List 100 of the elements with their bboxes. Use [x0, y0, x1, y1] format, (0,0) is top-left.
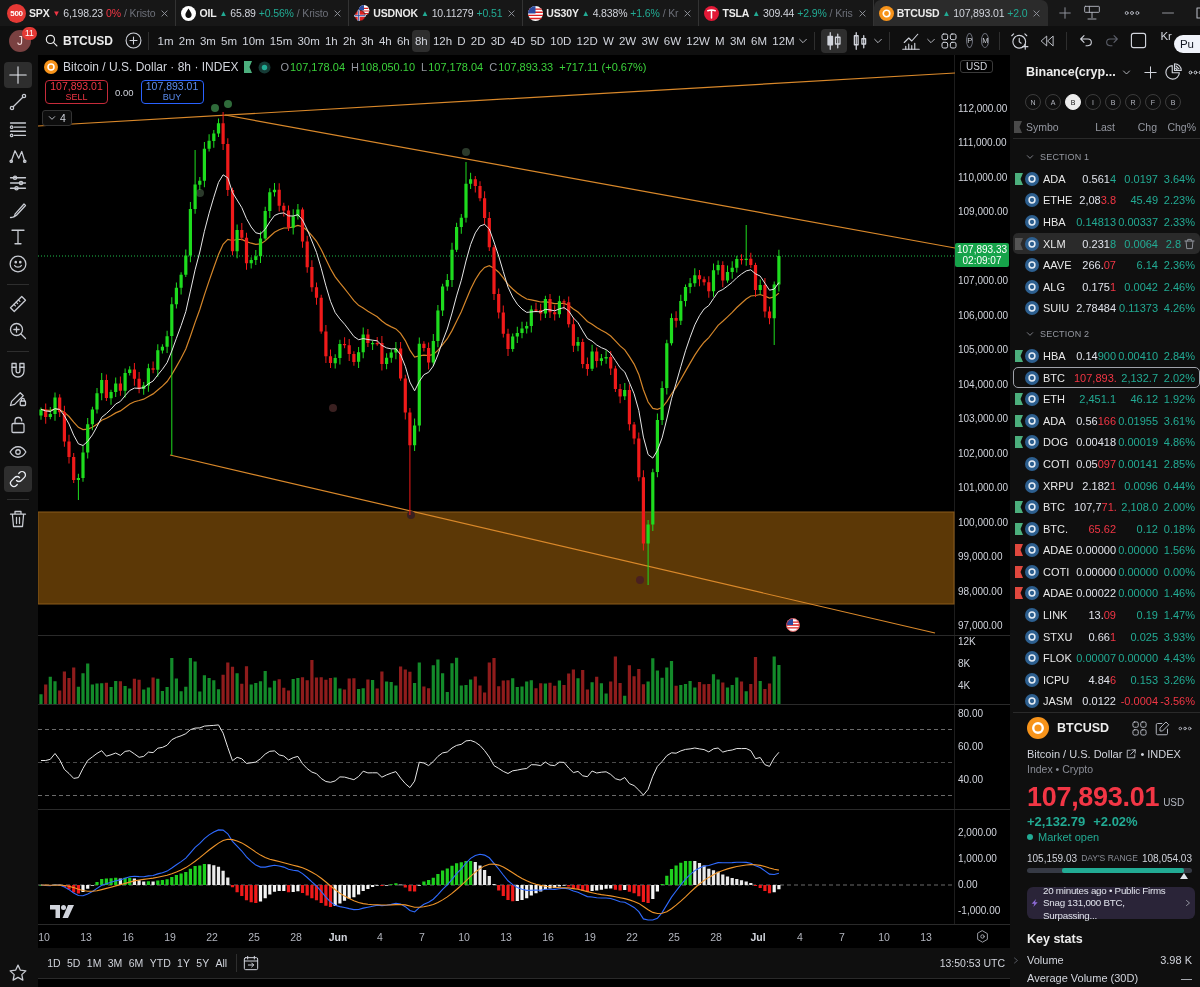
- flag-icon[interactable]: [1015, 565, 1023, 578]
- trend-line[interactable]: [38, 72, 955, 127]
- watchlist-row[interactable]: XRPU 2.1821 0.0096 0.44%: [1013, 474, 1200, 497]
- plus-icon[interactable]: [1142, 64, 1158, 80]
- column-header[interactable]: Chg: [1117, 120, 1157, 133]
- pie-chart-icon[interactable]: [1163, 63, 1182, 81]
- flag-icon[interactable]: [243, 61, 254, 73]
- flag-icon[interactable]: [1015, 501, 1023, 514]
- close-icon[interactable]: [160, 8, 170, 18]
- buy-button[interactable]: 107,893.01 BUY: [140, 80, 204, 104]
- external-link-icon[interactable]: [1126, 749, 1137, 760]
- watchlist-row[interactable]: COTI 0.00000 0.00000 0.00%: [1013, 561, 1200, 583]
- range-button[interactable]: 5D: [63, 957, 84, 969]
- interval-button[interactable]: 2m: [176, 29, 198, 52]
- watchlist-row[interactable]: HBA 0.14900 0.00410 2.84%: [1013, 345, 1200, 367]
- close-icon[interactable]: [1032, 8, 1042, 18]
- watchlist-row[interactable]: LINK 13.09 0.19 1.47%: [1013, 604, 1200, 626]
- watchlist-row[interactable]: JASM 0.0122 -0.0004 -3.56%: [1013, 690, 1200, 713]
- interval-button[interactable]: 6W: [661, 29, 684, 52]
- interval-button[interactable]: 1h: [322, 29, 341, 52]
- watchlist-row[interactable]: AAVE 266.07 6.14 2.36%: [1013, 254, 1200, 276]
- minimize-icon[interactable]: [1162, 12, 1175, 14]
- watchlist-row[interactable]: HBA 0.14813 0.00337 2.33%: [1013, 211, 1200, 233]
- settings-icon[interactable]: [976, 930, 989, 943]
- interval-button[interactable]: 4D: [507, 29, 528, 52]
- close-icon[interactable]: [683, 8, 693, 18]
- chart-title[interactable]: Bitcoin / U.S. Dollar · 8h · INDEX: [63, 60, 239, 74]
- more-icon[interactable]: [1124, 10, 1141, 16]
- watchlist-row[interactable]: ADAE 0.00022 0.00000 1.46%: [1013, 582, 1200, 605]
- interval-button[interactable]: D: [454, 29, 469, 52]
- range-button[interactable]: 1Y: [173, 957, 194, 969]
- flag-icon[interactable]: [1015, 436, 1023, 449]
- sell-button[interactable]: 107,893.01 SELL: [45, 80, 108, 104]
- watchlist-row[interactable]: BTC 107,771. 2,108.0 2.00%: [1013, 496, 1200, 518]
- flag-icon[interactable]: [1015, 172, 1023, 185]
- more-icon[interactable]: [1187, 69, 1200, 75]
- range-button[interactable]: 1M: [83, 957, 105, 969]
- interval-button[interactable]: 6h: [394, 29, 413, 52]
- flag-icon[interactable]: [1015, 522, 1023, 535]
- chart-style-button[interactable]: [820, 28, 847, 53]
- interval-button[interactable]: 3M: [727, 29, 749, 52]
- flag-icon[interactable]: [1015, 349, 1023, 362]
- calendar-icon[interactable]: [243, 955, 260, 971]
- expand-handle-icon[interactable]: [1013, 955, 1019, 965]
- watchlist-row[interactable]: ADA 0.5614 0.0197 3.64%: [1013, 168, 1200, 190]
- interval-button[interactable]: 10D: [547, 29, 574, 52]
- caret-icon[interactable]: [1026, 153, 1034, 161]
- watchlist-row[interactable]: SUIU 2.78484 0.11373 4.26%: [1013, 297, 1200, 320]
- interval-button[interactable]: 6M: [748, 29, 770, 52]
- symbol-tab[interactable]: BTCUSD ▲ 107,893.01 +2.0: [873, 0, 1049, 26]
- watchlist-row[interactable]: XLM 0.2318 0.0064 2.8: [1013, 232, 1200, 255]
- indicators-icon[interactable]: [901, 31, 922, 50]
- close-icon[interactable]: [333, 8, 343, 18]
- flag-icon[interactable]: [1015, 414, 1023, 427]
- crosshair-tool[interactable]: [4, 62, 32, 88]
- interval-button[interactable]: 12W: [683, 29, 713, 52]
- watchlist-row[interactable]: BTC 107,893. 2,132.7 2.02%: [1013, 366, 1200, 389]
- action-button[interactable]: Pu: [1173, 34, 1200, 53]
- interval-button[interactable]: 3m: [197, 29, 219, 52]
- interval-button[interactable]: 3h: [358, 29, 377, 52]
- trend-line[interactable]: [224, 114, 955, 249]
- range-button[interactable]: 1D: [44, 957, 64, 969]
- interval-button[interactable]: 12h: [430, 29, 455, 52]
- interval-button[interactable]: 3W: [638, 29, 662, 52]
- rewind-icon[interactable]: [1039, 33, 1056, 48]
- undo-icon[interactable]: [1078, 32, 1095, 49]
- range-button[interactable]: 3M: [104, 957, 126, 969]
- flag-icon[interactable]: [1015, 544, 1023, 557]
- watchlist-row[interactable]: ICPU 4.846 0.153 3.26%: [1013, 669, 1200, 691]
- interval-button[interactable]: 12M: [769, 29, 798, 52]
- flag-icon[interactable]: [1015, 393, 1023, 406]
- watchlist-row[interactable]: BTC. 65.62 0.12 0.18%: [1013, 517, 1200, 540]
- symbol-search-button[interactable]: BTCUSD: [45, 33, 113, 48]
- trash-icon[interactable]: [1184, 237, 1195, 250]
- interval-button[interactable]: 12D: [574, 29, 601, 52]
- interval-button[interactable]: 30m: [294, 29, 323, 52]
- interval-button[interactable]: 5D: [527, 29, 548, 52]
- watchlist-title[interactable]: Binance(cryp...: [1026, 65, 1116, 79]
- alarm-clock-icon[interactable]: [1011, 31, 1030, 50]
- column-header[interactable]: Chg%: [1159, 120, 1196, 133]
- watchlist-row[interactable]: ETHE 2,083.8 45.49 2.23%: [1013, 189, 1200, 212]
- column-header[interactable]: Symbo: [1024, 120, 1071, 133]
- news-card[interactable]: 20 minutes ago • Public Firms Snag 131,000 BTC, Surpassing...: [1027, 887, 1195, 920]
- interval-button[interactable]: 5m: [218, 29, 240, 52]
- interval-button[interactable]: W: [600, 29, 617, 52]
- range-button[interactable]: 6M: [125, 957, 147, 969]
- currency-button[interactable]: USD: [960, 60, 994, 73]
- column-header[interactable]: Last: [1073, 120, 1115, 133]
- watchlist-row[interactable]: DOG 0.00418 0.00019 4.86%: [1013, 431, 1200, 454]
- watchlist-row[interactable]: ADA 0.56166 0.01955 3.61%: [1013, 409, 1200, 432]
- clock-label[interactable]: 13:50:53 UTC: [939, 957, 1005, 969]
- edit-icon[interactable]: [1155, 720, 1170, 736]
- interval-button[interactable]: M: [712, 29, 728, 52]
- close-icon[interactable]: [507, 8, 517, 18]
- watchlist-row[interactable]: ALG 0.1751 0.0042 2.46%: [1013, 275, 1200, 298]
- link-tool[interactable]: [4, 466, 32, 492]
- watchlist-row[interactable]: FLOK 0.00007 0.00000 4.43%: [1013, 647, 1200, 670]
- section-title[interactable]: SECTION 2: [1040, 329, 1090, 340]
- range-button[interactable]: 5Y: [193, 957, 213, 969]
- interval-button[interactable]: 10m: [239, 29, 268, 52]
